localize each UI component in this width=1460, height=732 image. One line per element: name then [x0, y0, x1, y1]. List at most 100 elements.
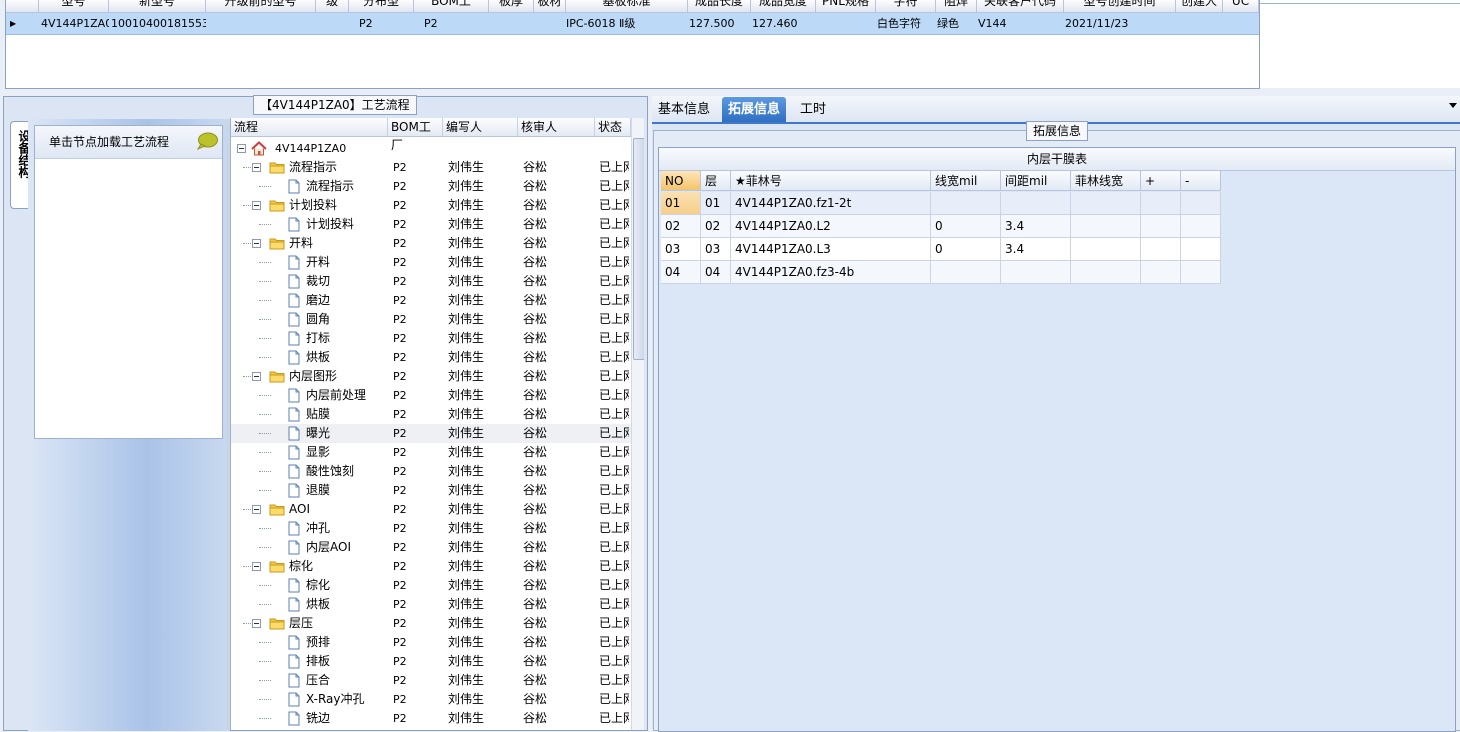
- tree-row[interactable]: 酸性蚀刻 P2 刘伟生 谷松 已上网: [231, 462, 631, 481]
- collapse-toggle-icon[interactable]: [252, 505, 261, 514]
- tree-row[interactable]: 计划投料 P2 刘伟生 谷松 已上网: [231, 215, 631, 234]
- tree-row[interactable]: 内层图形 P2 刘伟生 谷松 已上网: [231, 367, 631, 386]
- load-flow-box[interactable]: 单击节点加载工艺流程: [34, 125, 223, 439]
- tab-basic-info[interactable]: 基本信息: [652, 97, 716, 122]
- grid-header-cell[interactable]: NO: [661, 171, 701, 191]
- grid-cell[interactable]: [931, 192, 1001, 215]
- model-grid-cell[interactable]: 绿色: [937, 13, 976, 34]
- grid-cell[interactable]: [1181, 215, 1221, 238]
- tree-row[interactable]: 铣边 P2 刘伟生 谷松 已上网: [231, 709, 631, 728]
- tree-row[interactable]: 流程指示 P2 刘伟生 谷松 已上网: [231, 177, 631, 196]
- grid-cell[interactable]: 0: [931, 238, 1001, 261]
- grid-cell[interactable]: 3.4: [1001, 238, 1071, 261]
- model-grid-cell[interactable]: V144: [978, 13, 1063, 34]
- grid-cell[interactable]: [1141, 261, 1181, 284]
- tree-header-cell[interactable]: 编写人: [443, 118, 518, 136]
- grid-cell[interactable]: [1071, 261, 1141, 284]
- tab-work-hours[interactable]: 工时: [794, 97, 832, 122]
- grid-cell[interactable]: [1071, 238, 1141, 261]
- grid-header-cell[interactable]: 菲林线宽: [1071, 171, 1141, 191]
- tree-row[interactable]: 贴膜 P2 刘伟生 谷松 已上网: [231, 405, 631, 424]
- model-grid-cell[interactable]: IPC-6018 Ⅱ级: [566, 13, 686, 34]
- grid-header-cell[interactable]: ★菲林号: [731, 171, 931, 191]
- grid-cell[interactable]: 4V144P1ZA0.L3: [731, 238, 931, 261]
- model-grid-cell[interactable]: 2021/11/23: [1065, 13, 1175, 34]
- model-grid-header-cell[interactable]: 型号创建时间: [1064, 0, 1176, 12]
- model-grid-header-cell[interactable]: 级: [316, 0, 349, 12]
- model-grid-header-cell[interactable]: UC: [1223, 0, 1259, 12]
- collapse-toggle-icon[interactable]: [252, 562, 261, 571]
- model-grid-cell[interactable]: 127.500: [689, 13, 750, 34]
- grid-cell[interactable]: [1181, 238, 1221, 261]
- model-grid-cell[interactable]: P2: [416, 13, 497, 34]
- model-grid-cell[interactable]: [817, 13, 875, 34]
- model-grid-header-cell[interactable]: 分布型: [349, 0, 414, 12]
- grid-header-cell[interactable]: 层: [701, 171, 731, 191]
- collapse-toggle-icon[interactable]: [252, 372, 261, 381]
- tree-row[interactable]: 烘板 P2 刘伟生 谷松 已上网: [231, 348, 631, 367]
- tree-row[interactable]: 曝光 P2 刘伟生 谷松 已上网: [231, 424, 631, 443]
- tree-row[interactable]: AOI P2 刘伟生 谷松 已上网: [231, 500, 631, 519]
- tree-header-cell[interactable]: 核审人: [518, 118, 595, 136]
- grid-header-cell[interactable]: +: [1141, 171, 1181, 191]
- tree-row[interactable]: 内层AOI P2 刘伟生 谷松 已上网: [231, 538, 631, 557]
- model-grid-header-cell[interactable]: 关联客户代码: [977, 0, 1064, 12]
- grid-cell[interactable]: 3.4: [1001, 215, 1071, 238]
- grid-cell[interactable]: [1001, 192, 1071, 215]
- model-grid-header-cell[interactable]: 成品长度: [688, 0, 751, 12]
- tree-row[interactable]: 圆角 P2 刘伟生 谷松 已上网: [231, 310, 631, 329]
- model-grid-cell[interactable]: 4V144P1ZA0: [41, 13, 109, 34]
- grid-cell[interactable]: 01: [661, 192, 701, 215]
- inner-dry-film-grid[interactable]: 内层干膜表 NO 层 ★菲林号 线宽mil 间距mil 菲林线宽 + -01 01 4V144P1…: [658, 147, 1456, 732]
- grid-cell[interactable]: [1181, 192, 1221, 215]
- tree-row[interactable]: 压合 P2 刘伟生 谷松 已上网: [231, 671, 631, 690]
- tree-row[interactable]: 棕化 P2 刘伟生 谷松 已上网: [231, 557, 631, 576]
- tab-dropdown-icon[interactable]: [1448, 102, 1458, 110]
- grid-cell[interactable]: [1141, 192, 1181, 215]
- model-grid-row[interactable]: ▶ 4V144P1ZA0 10010400181553 P2 P2 IPC-6018 Ⅱ级…: [6, 13, 1259, 35]
- tree-vertical-scrollbar[interactable]: [631, 118, 644, 730]
- grid-cell[interactable]: [1001, 261, 1071, 284]
- grid-cell[interactable]: [931, 261, 1001, 284]
- grid-cell[interactable]: 03: [661, 238, 701, 261]
- grid-cell[interactable]: [1071, 215, 1141, 238]
- grid-cell[interactable]: 0: [931, 215, 1001, 238]
- grid-cell[interactable]: [1141, 215, 1181, 238]
- grid-cell[interactable]: 04: [661, 261, 701, 284]
- model-grid-cell[interactable]: P2: [351, 13, 422, 34]
- model-grid-header-cell[interactable]: PNL规格: [816, 0, 876, 12]
- grid-cell[interactable]: 4V144P1ZA0.fz3-4b: [731, 261, 931, 284]
- model-grid-cell[interactable]: [318, 13, 349, 34]
- tree-row[interactable]: X-Ray冲孔 P2 刘伟生 谷松 已上网: [231, 690, 631, 709]
- grid-cell[interactable]: 02: [701, 215, 731, 238]
- grid-cell[interactable]: 4V144P1ZA0.fz1-2t: [731, 192, 931, 215]
- tree-row[interactable]: 层压 P2 刘伟生 谷松 已上网: [231, 614, 631, 633]
- model-grid-header-cell[interactable]: 板厚: [489, 0, 534, 12]
- model-grid[interactable]: 型号 新型号 升级前的型号级分布型 BOM工 板厚 板材 基板标准 成品长度 成品宽度 PNL规格…: [5, 0, 1260, 89]
- tree-row[interactable]: 排板 P2 刘伟生 谷松 已上网: [231, 652, 631, 671]
- tree-header-cell[interactable]: 状态: [595, 118, 631, 136]
- model-grid-header-cell[interactable]: 阻焊: [936, 0, 977, 12]
- model-grid-header-cell[interactable]: 升级前的型号: [206, 0, 316, 12]
- tree-row[interactable]: 流程指示 P2 刘伟生 谷松 已上网: [231, 158, 631, 177]
- model-grid-header-cell[interactable]: 型号: [39, 0, 109, 12]
- tree-row[interactable]: 开料 P2 刘伟生 谷松 已上网: [231, 253, 631, 272]
- tree-row[interactable]: 冲孔 P2 刘伟生 谷松 已上网: [231, 519, 631, 538]
- tree-row[interactable]: 预排 P2 刘伟生 谷松 已上网: [231, 633, 631, 652]
- collapse-toggle-icon[interactable]: [237, 144, 246, 153]
- tree-row[interactable]: 打标 P2 刘伟生 谷松 已上网: [231, 329, 631, 348]
- tab-extended-info[interactable]: 拓展信息: [722, 97, 787, 122]
- tree-row[interactable]: 退膜 P2 刘伟生 谷松 已上网: [231, 481, 631, 500]
- model-grid-cell[interactable]: [536, 13, 565, 34]
- tree-row[interactable]: 裁切 P2 刘伟生 谷松 已上网: [231, 272, 631, 291]
- tree-row[interactable]: 磨边 P2 刘伟生 谷松 已上网: [231, 291, 631, 310]
- collapse-toggle-icon[interactable]: [252, 619, 261, 628]
- collapse-toggle-icon[interactable]: [252, 201, 261, 210]
- tree-row[interactable]: 内层前处理 P2 刘伟生 谷松 已上网: [231, 386, 631, 405]
- model-grid-cell[interactable]: 10010400181553: [111, 13, 206, 34]
- tree-header-cell[interactable]: 流程: [231, 118, 388, 136]
- model-grid-cell[interactable]: [208, 13, 316, 34]
- tree-header-cell[interactable]: BOM工厂: [388, 118, 443, 152]
- collapse-toggle-icon[interactable]: [252, 163, 261, 172]
- grid-header-cell[interactable]: -: [1181, 171, 1221, 191]
